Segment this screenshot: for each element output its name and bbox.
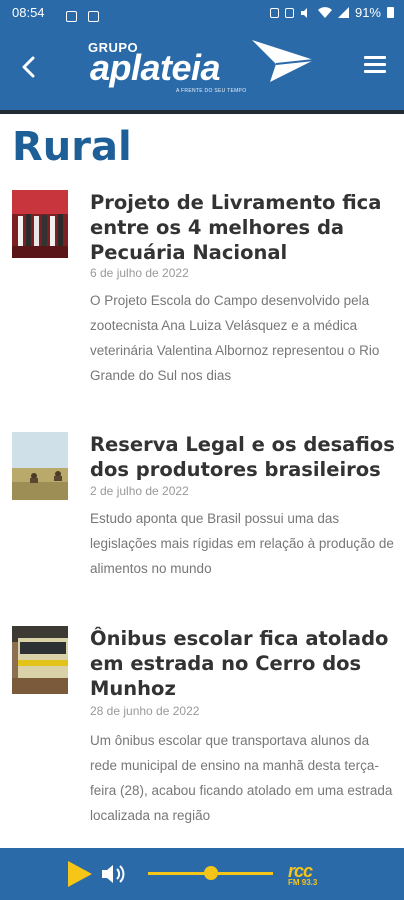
battery-icon — [387, 7, 394, 18]
menu-button[interactable] — [364, 56, 386, 78]
volume-slider-knob[interactable] — [203, 866, 218, 880]
article-item[interactable]: Reserva Legal e os desafios dos produtor… — [0, 432, 404, 592]
article-date: 6 de julho de 2022 — [90, 266, 189, 280]
notification-icons — [66, 7, 105, 26]
field-photo-image — [12, 432, 68, 500]
article-title[interactable]: Reserva Legal e os desafios dos produtor… — [90, 432, 395, 482]
brand-logo[interactable]: GRUPO aplateia A FRENTE DO SEU TEMPO — [88, 38, 318, 102]
wifi-icon — [317, 7, 332, 18]
radio-station-logo: rcc FM 93.3 — [288, 861, 338, 889]
volume-icon[interactable] — [101, 863, 127, 889]
app-bar: GRUPO aplateia A FRENTE DO SEU TEMPO — [0, 26, 404, 110]
signal-icon — [337, 7, 349, 18]
app-notification-icon — [88, 11, 100, 22]
menu-bar-2 — [364, 63, 386, 66]
status-time: 08:54 — [12, 5, 45, 20]
article-title[interactable]: Projeto de Livramento fica entre os 4 me… — [90, 190, 395, 265]
alarm-icon — [284, 7, 294, 18]
event-photo-image — [12, 190, 68, 258]
status-right: 91% — [269, 5, 394, 20]
battery-percent: 91% — [354, 5, 381, 20]
article-date: 28 de junho de 2022 — [90, 704, 200, 718]
article-item[interactable]: Projeto de Livramento fica entre os 4 me… — [0, 190, 404, 390]
volume-slider[interactable] — [148, 866, 273, 880]
article-excerpt: Um ônibus escolar que transportava aluno… — [90, 733, 393, 823]
paper-plane-icon — [252, 40, 315, 82]
logo-name: aplateia — [90, 47, 221, 88]
article-excerpt: O Projeto Escola do Campo desenvolvido p… — [90, 293, 380, 383]
bus-photo-image — [12, 626, 68, 694]
article-thumbnail[interactable] — [12, 190, 68, 258]
article-title[interactable]: Ônibus escolar fica atolado em estrada n… — [90, 626, 395, 701]
radio-player: rcc FM 93.3 — [0, 848, 404, 900]
article-thumbnail[interactable] — [12, 432, 68, 500]
menu-bar-1 — [364, 56, 386, 59]
radio-frequency: FM 93.3 — [288, 878, 318, 887]
play-button[interactable] — [68, 861, 92, 887]
gallery-notification-icon — [66, 11, 77, 22]
article-item[interactable]: Ônibus escolar fica atolado em estrada n… — [0, 626, 404, 826]
logo-tagline: A FRENTE DO SEU TEMPO — [176, 88, 247, 94]
article-excerpt: Estudo aponta que Brasil possui uma das … — [90, 511, 394, 576]
chevron-left-icon — [22, 56, 35, 78]
mute-icon — [300, 7, 307, 18]
status-bar: 08:54 91% — [0, 0, 404, 26]
back-button[interactable] — [14, 52, 44, 82]
lock-icon — [269, 7, 279, 18]
header-divider — [0, 110, 404, 114]
menu-bar-3 — [364, 70, 386, 73]
section-title: Rural — [12, 124, 132, 170]
article-thumbnail[interactable] — [12, 626, 68, 694]
article-date: 2 de julho de 2022 — [90, 484, 189, 498]
